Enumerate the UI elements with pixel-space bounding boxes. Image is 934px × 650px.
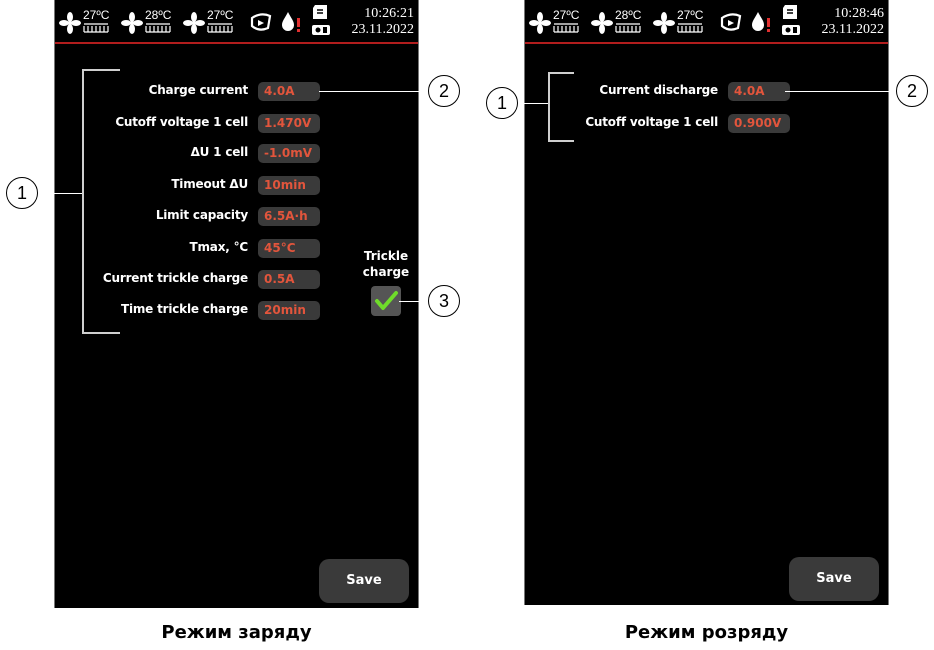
- param-label-tmax: Tmax, °C: [189, 240, 249, 254]
- callout-3: 3: [428, 285, 460, 317]
- fan-temperature: 28ºC: [615, 8, 642, 22]
- fan-comb-icon: [553, 23, 579, 33]
- fan-icon: [59, 12, 81, 34]
- param-value-limit-capacity[interactable]: 6.5A·h: [258, 207, 320, 226]
- status-bar: 27ºC 28ºC 27ºC 10:28:46 23.11.2022: [525, 0, 888, 44]
- fan-comb-icon: [615, 23, 641, 33]
- fan-2: 28ºC: [119, 6, 175, 36]
- sd-card-icon: [313, 5, 327, 19]
- clock: 10:28:46 23.11.2022: [822, 6, 884, 38]
- param-value-tmax[interactable]: 45°C: [258, 239, 320, 258]
- clock: 10:26:21 23.11.2022: [352, 6, 414, 38]
- param-value-delta-u[interactable]: -1.0mV: [258, 144, 320, 163]
- callout-leader-3: [399, 301, 429, 302]
- save-button[interactable]: Save: [789, 557, 879, 601]
- callout-2: 2: [428, 75, 460, 107]
- chip-icon: [250, 13, 272, 31]
- fan-temperature: 27ºC: [207, 8, 234, 22]
- fan-1: 27ºC: [57, 6, 113, 36]
- fan-temperature: 27ºC: [677, 8, 704, 22]
- param-value-trickle-time[interactable]: 20min: [258, 301, 320, 320]
- fan-comb-icon: [207, 23, 233, 33]
- checkmark-icon: [375, 291, 398, 310]
- params-bracket: [82, 69, 120, 334]
- trickle-label-line1: Trickle: [363, 249, 409, 263]
- fan-icon: [591, 12, 613, 34]
- fan-icon: [529, 12, 551, 34]
- fan-icon: [121, 12, 143, 34]
- fan-comb-icon: [677, 23, 703, 33]
- param-value-trickle-current[interactable]: 0.5A: [258, 270, 320, 289]
- fan-comb-icon: [145, 23, 171, 33]
- callout-leader-2: [319, 91, 429, 92]
- param-label-trickle-time: Time trickle charge: [120, 302, 248, 316]
- fan-3: 27ºC: [651, 6, 707, 36]
- clock-date: 23.11.2022: [351, 22, 414, 37]
- param-label-delta-u: ΔU 1 cell: [190, 145, 249, 159]
- fan-temperature: 27ºC: [553, 8, 580, 22]
- callout-leader-1: [37, 193, 82, 194]
- trickle-label-line2: charge: [362, 265, 410, 279]
- params-bracket: [548, 72, 574, 142]
- param-value-cutoff-voltage[interactable]: 0.900V: [728, 114, 790, 133]
- param-value-cutoff-voltage[interactable]: 1.470V: [258, 114, 320, 133]
- battery-icon: [782, 25, 800, 35]
- param-label-current-discharge: Current discharge: [599, 83, 718, 97]
- save-button[interactable]: Save: [319, 559, 409, 603]
- clock-time: 10:26:21: [364, 6, 414, 21]
- callout-leader-2: [785, 91, 897, 92]
- fan-1: 27ºC: [527, 6, 583, 36]
- trickle-charge-checkbox[interactable]: [371, 286, 401, 316]
- drop-alert-icon: [752, 12, 770, 32]
- caption-charge-mode: Режим заряду: [161, 622, 312, 643]
- fan-comb-icon: [83, 23, 109, 33]
- param-value-timeout[interactable]: 10min: [258, 176, 320, 195]
- chip-icon: [720, 13, 742, 31]
- param-label-trickle-current: Current trickle charge: [102, 271, 248, 285]
- callout-2: 2: [896, 75, 928, 107]
- drop-alert-icon: [282, 12, 300, 32]
- param-value-current-discharge[interactable]: 4.0A: [728, 82, 790, 101]
- param-label-cutoff-voltage: Cutoff voltage 1 cell: [585, 115, 718, 129]
- clock-time: 10:28:46: [834, 6, 884, 21]
- param-label-charge-current: Charge current: [148, 83, 249, 97]
- battery-icon: [312, 25, 330, 35]
- sd-card-icon: [783, 5, 797, 19]
- param-label-timeout: Timeout ΔU: [171, 177, 248, 191]
- clock-date: 23.11.2022: [821, 22, 884, 37]
- param-label-cutoff-voltage: Cutoff voltage 1 cell: [115, 115, 248, 129]
- callout-1: 1: [486, 87, 518, 119]
- status-bar: 27ºC 28ºC 27ºC 10:26:21 23.11.2022: [55, 0, 418, 44]
- trickle-charge-label: Trickle charge: [358, 248, 414, 280]
- callout-leader-1: [518, 103, 548, 104]
- caption-discharge-mode: Режим розряду: [624, 622, 789, 643]
- fan-2: 28ºC: [589, 6, 645, 36]
- fan-icon: [183, 12, 205, 34]
- fan-3: 27ºC: [181, 6, 237, 36]
- callout-1: 1: [6, 177, 38, 209]
- param-value-charge-current[interactable]: 4.0A: [258, 82, 320, 101]
- fan-temperature: 28ºC: [145, 8, 172, 22]
- fan-temperature: 27ºC: [83, 8, 110, 22]
- param-label-limit-capacity: Limit capacity: [155, 208, 248, 222]
- fan-icon: [653, 12, 675, 34]
